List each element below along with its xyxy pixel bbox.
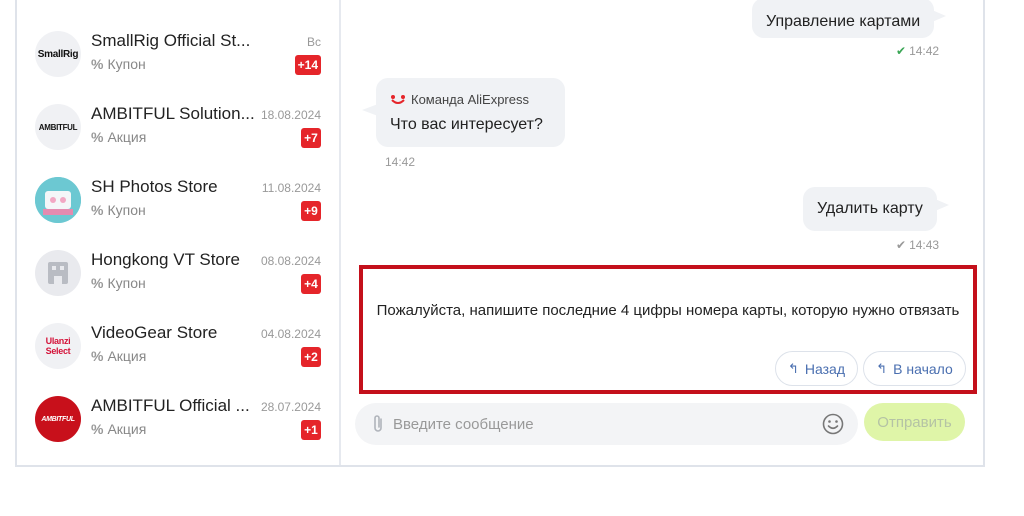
store-placeholder-icon: [48, 262, 68, 284]
store-photo-icon: [35, 177, 81, 223]
paperclip-icon[interactable]: [371, 414, 385, 434]
message-input-bar[interactable]: Введите сообщение: [355, 403, 858, 445]
start-over-button[interactable]: ↰ В начало: [863, 351, 966, 386]
unread-badge: +7: [301, 128, 321, 148]
message-text: Что вас интересует?: [390, 116, 543, 133]
avatar: SmallRig: [35, 31, 81, 77]
unread-badge: +14: [294, 55, 321, 75]
sender-name: Команда AliExpress: [411, 92, 529, 107]
conversation-date: Вс: [306, 35, 321, 49]
conversation-list: %Акция +2 SmallRig SmallRig Official St.…: [17, 0, 341, 465]
check-icon: ✔: [896, 238, 907, 252]
promo-type: % Купон: [91, 202, 146, 218]
send-button[interactable]: Отправить: [864, 403, 965, 441]
conversation-date: 04.08.2024: [260, 327, 321, 341]
message-bubble-incoming: Команда AliExpress Что вас интересует?: [362, 78, 565, 147]
message-time: ✔ 14:42: [896, 44, 940, 58]
list-item[interactable]: %Акция +2: [17, 0, 339, 1]
list-item[interactable]: Hongkong VT Store 08.08.2024 % Купон +4: [17, 248, 339, 321]
avatar: [35, 177, 81, 223]
store-name: SH Photos Store: [91, 177, 218, 196]
list-item[interactable]: SmallRig SmallRig Official St... Вс % Куп…: [17, 29, 339, 102]
avatar: Ulanzi Select: [35, 323, 81, 369]
back-button[interactable]: ↰ Назад: [775, 351, 858, 386]
message-text: Управление картами: [766, 13, 921, 30]
promo-type: % Купон: [91, 275, 146, 291]
avatar: AMBITFUL: [35, 104, 81, 150]
message-time: ✔ 14:43: [896, 238, 940, 252]
conversation-date: 28.07.2024: [260, 400, 321, 414]
conversation-date: 11.08.2024: [261, 181, 321, 195]
messenger-window: %Акция +2 SmallRig SmallRig Official St.…: [15, 0, 985, 467]
emoji-icon[interactable]: [822, 413, 844, 435]
list-item[interactable]: AMBITFUL AMBITFUL Solution... 18.08.2024…: [17, 102, 339, 175]
list-item[interactable]: SH Photos Store 11.08.2024 % Купон +9: [17, 175, 339, 248]
aliexpress-smile-icon: [391, 94, 405, 104]
promo-type: % Акция: [91, 421, 147, 437]
store-name: Hongkong VT Store: [91, 250, 240, 269]
message-bubble-outgoing: Удалить карту: [803, 187, 949, 231]
store-name: AMBITFUL Solution...: [91, 104, 255, 123]
check-icon: ✔: [896, 44, 907, 58]
unread-badge: +9: [301, 201, 321, 221]
list-item[interactable]: Ulanzi Select VideoGear Store 04.08.2024…: [17, 321, 339, 394]
avatar: [35, 250, 81, 296]
avatar: AMBITFUL: [35, 396, 81, 442]
list-item[interactable]: AMBITFUL AMBITFUL Official ... 28.07.202…: [17, 394, 339, 465]
promo-type: % Акция: [91, 129, 147, 145]
message-time: 14:42: [385, 155, 416, 169]
store-name: AMBITFUL Official ...: [91, 396, 250, 415]
bot-prompt-text: Пожалуйста, напишите последние 4 цифры н…: [376, 302, 960, 319]
highlight-box: Пожалуйста, напишите последние 4 цифры н…: [359, 265, 977, 394]
unread-badge: +1: [301, 420, 321, 440]
unread-badge: +4: [301, 274, 321, 294]
conversation-date: 18.08.2024: [260, 108, 321, 122]
sender-row: Команда AliExpress: [390, 92, 529, 107]
store-name: VideoGear Store: [91, 323, 218, 342]
conversation-date: 08.08.2024: [260, 254, 321, 268]
store-name: SmallRig Official St...: [91, 31, 251, 50]
back-arrow-icon: ↰: [787, 360, 799, 376]
message-bubble-outgoing: Управление картами: [752, 0, 947, 38]
back-arrow-icon: ↰: [876, 360, 888, 376]
promo-type: % Акция: [91, 348, 147, 364]
message-input-placeholder[interactable]: Введите сообщение: [393, 416, 534, 433]
message-text: Удалить карту: [817, 200, 923, 217]
unread-badge: +2: [301, 347, 321, 367]
promo-type: % Купон: [91, 56, 146, 72]
